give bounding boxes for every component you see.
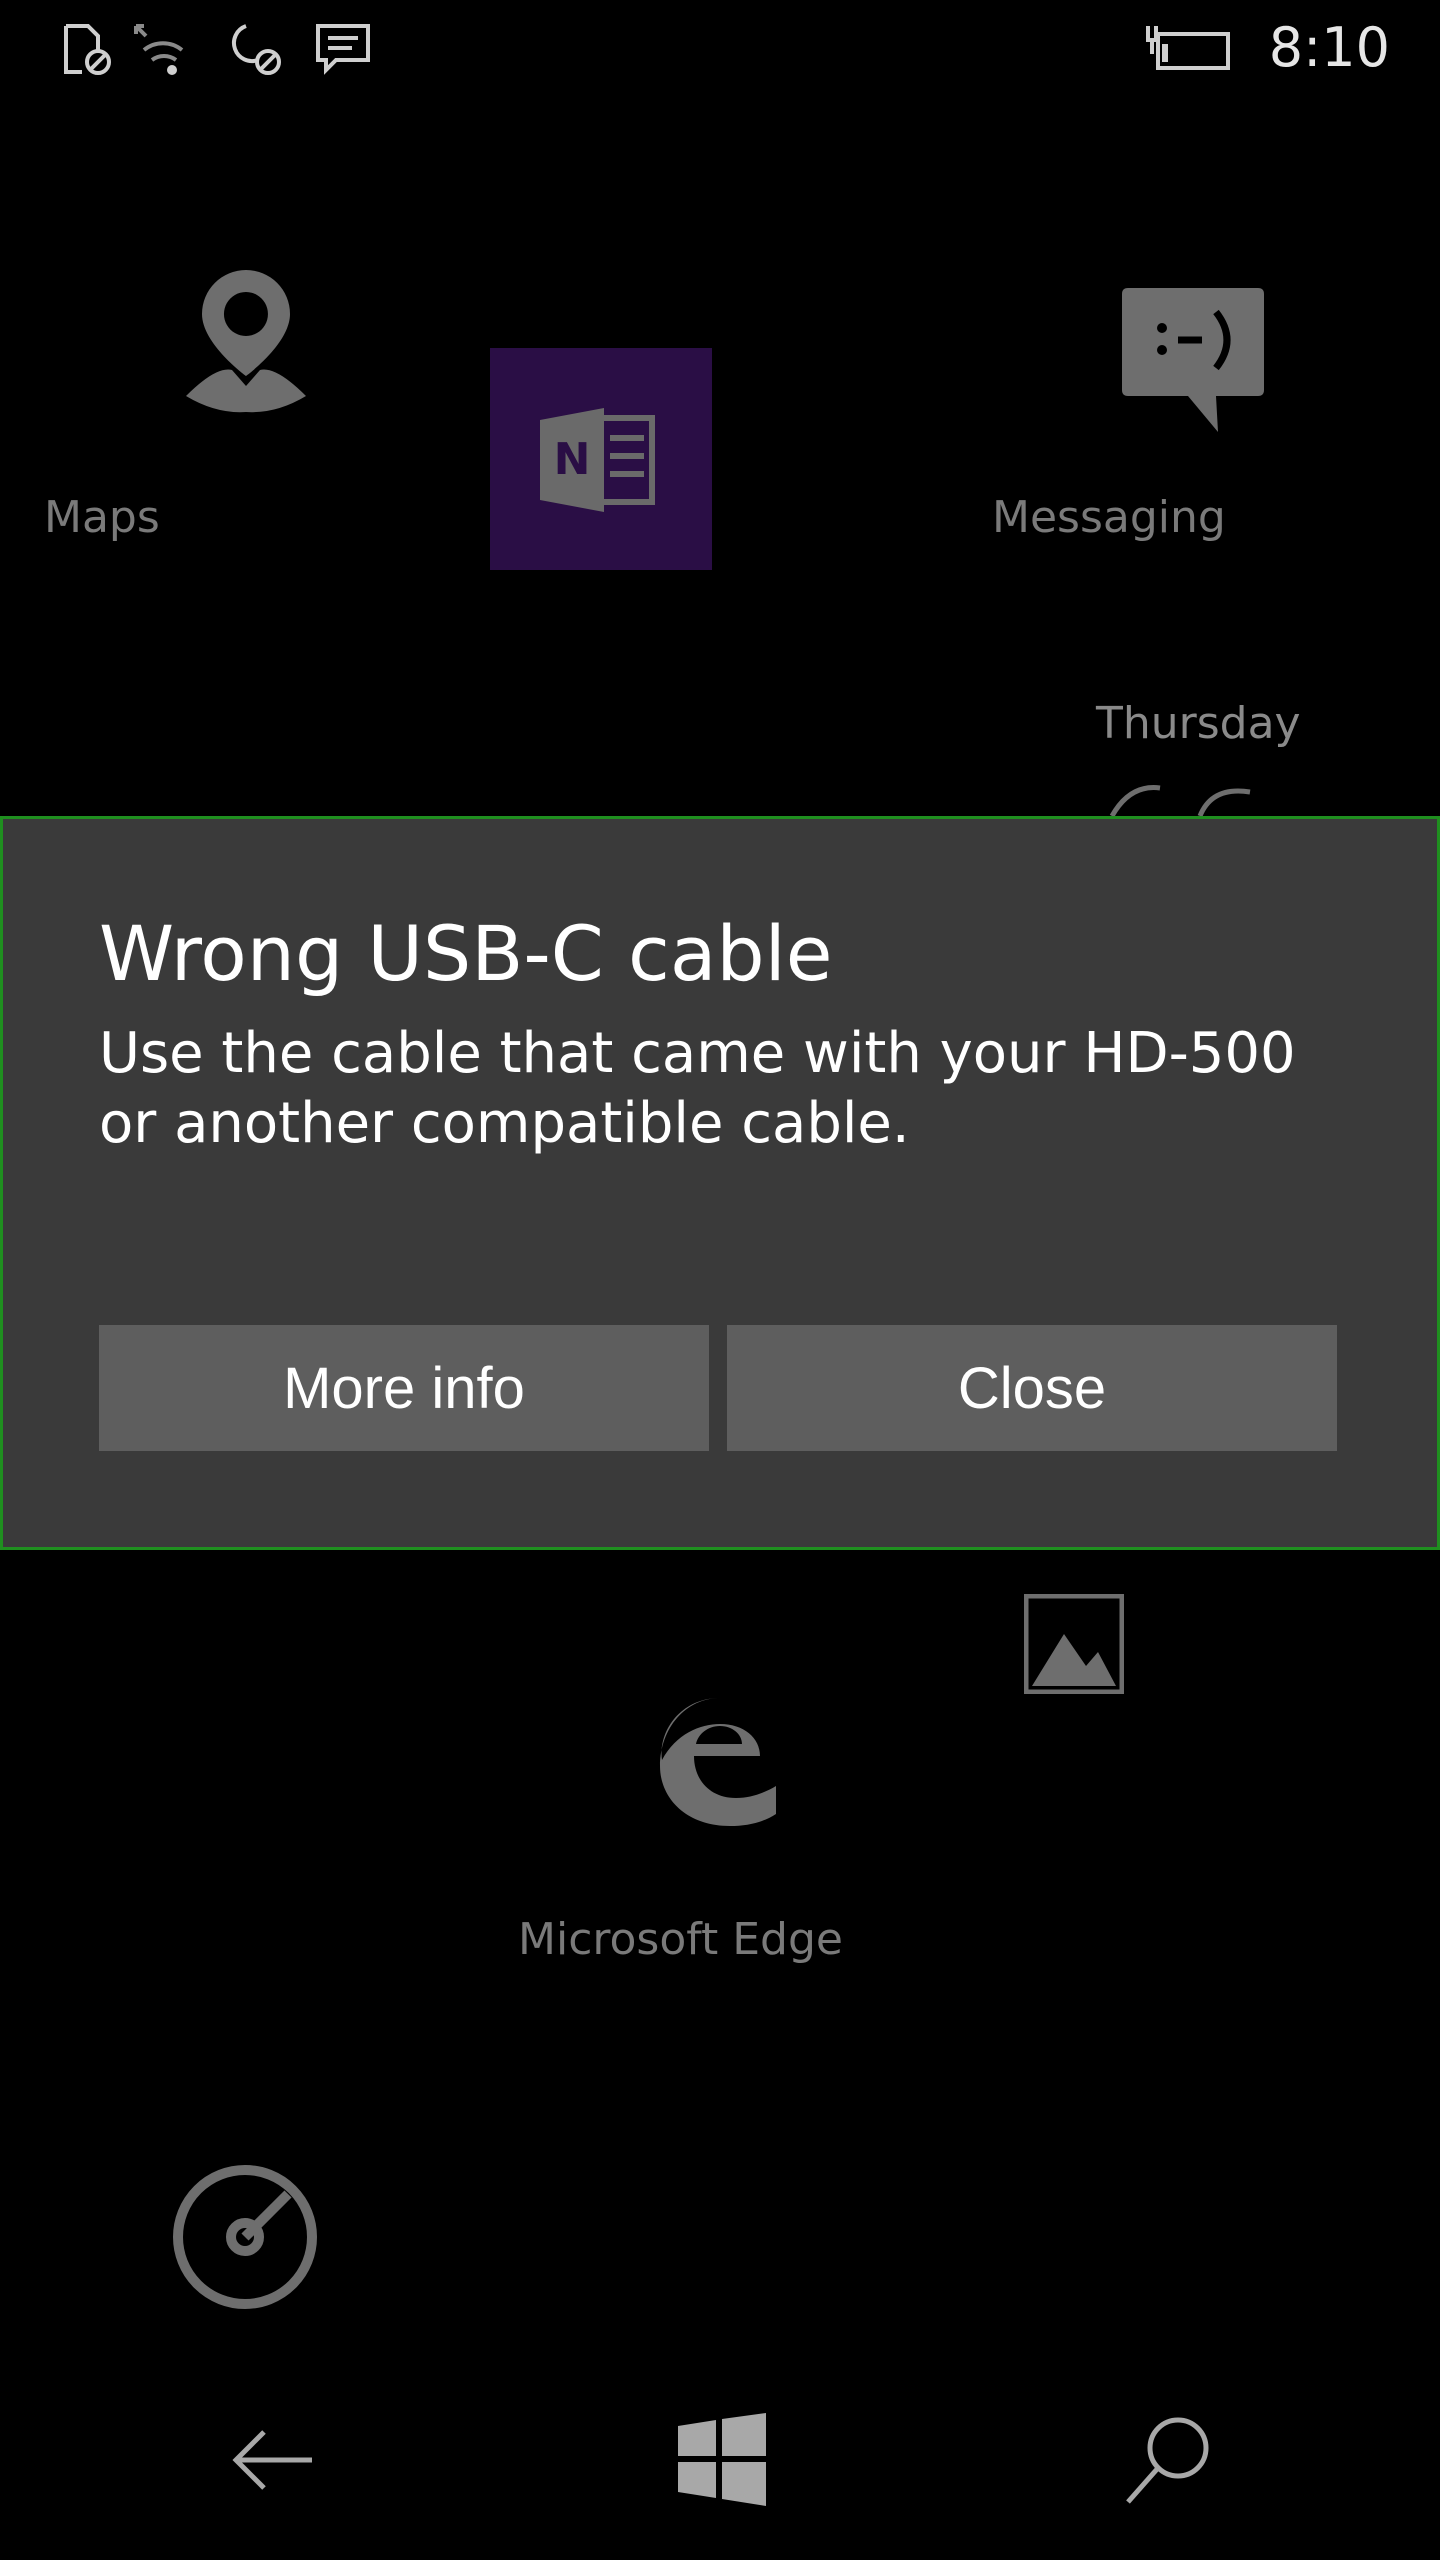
photos-icon[interactable] xyxy=(1023,1593,1125,1695)
tile-label-maps: Maps xyxy=(44,492,160,543)
back-icon[interactable] xyxy=(222,2410,322,2510)
wrong-cable-dialog: Wrong USB-C cable Use the cable that cam… xyxy=(0,816,1440,1550)
onenote-tile[interactable]: N xyxy=(490,348,712,570)
onenote-icon: N xyxy=(540,408,662,512)
more-info-button[interactable]: More info xyxy=(99,1325,709,1451)
battery-charging-icon xyxy=(1142,20,1234,78)
close-button[interactable]: Close xyxy=(727,1325,1337,1451)
maps-icon[interactable] xyxy=(176,266,316,416)
tile-label-messaging: Messaging xyxy=(992,492,1226,543)
dialog-title: Wrong USB-C cable xyxy=(99,909,833,998)
sim-blocked-icon xyxy=(58,20,116,78)
quiet-hours-icon xyxy=(228,20,286,78)
groove-music-icon[interactable] xyxy=(170,2162,320,2312)
search-icon[interactable] xyxy=(1118,2410,1218,2510)
tile-label-edge: Microsoft Edge xyxy=(518,1914,843,1965)
calendar-date-fragment xyxy=(1100,780,1280,820)
status-time: 8:10 xyxy=(1268,16,1390,79)
message-icon xyxy=(314,20,372,78)
onenote-letter: N xyxy=(554,434,591,485)
calendar-day: Thursday xyxy=(1096,698,1301,749)
windows-start-icon[interactable] xyxy=(672,2410,772,2510)
dialog-message: Use the cable that came with your HD-500… xyxy=(99,1021,1296,1156)
wifi-icon xyxy=(130,20,188,78)
edge-icon[interactable] xyxy=(656,1694,780,1828)
messaging-icon[interactable] xyxy=(1118,284,1268,434)
